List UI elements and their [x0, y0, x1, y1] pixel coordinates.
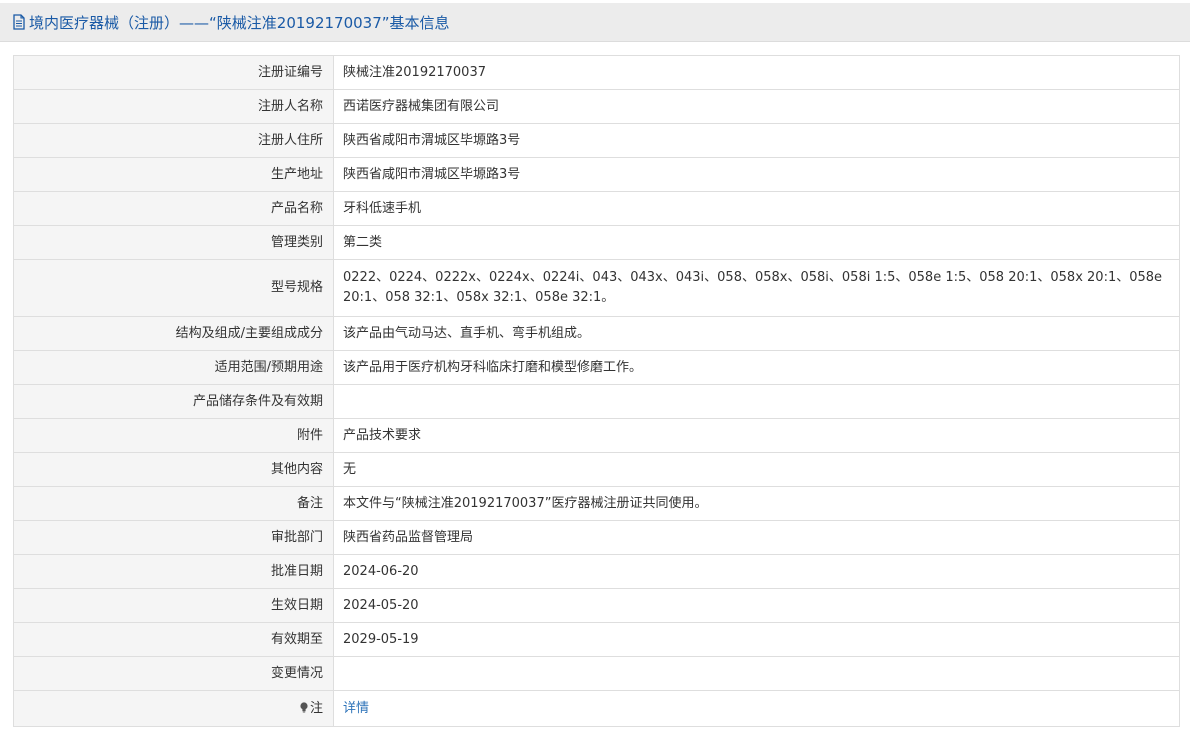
table-row: 产品名称 牙科低速手机 — [13, 191, 1180, 226]
table-row: 有效期至 2029-05-19 — [13, 622, 1180, 657]
page-title: 境内医疗器械（注册）——“陕械注准20192170037”基本信息 — [29, 13, 450, 32]
note-value-cell: 详情 — [333, 690, 1180, 727]
note-label: 注 — [309, 700, 323, 716]
row-value: 0222、0224、0222x、0224x、0224i、043、043x、043… — [333, 259, 1180, 317]
row-value: 陕西省咸阳市渭城区毕塬路3号 — [333, 157, 1180, 192]
row-label: 备注 — [13, 486, 334, 521]
row-value — [333, 384, 1180, 419]
row-value: 西诺医疗器械集团有限公司 — [333, 89, 1180, 124]
row-label: 有效期至 — [13, 622, 334, 657]
row-label: 结构及组成/主要组成成分 — [13, 316, 334, 351]
table-row: 注 详情 — [13, 690, 1180, 727]
row-value: 产品技术要求 — [333, 418, 1180, 453]
table-row: 附件 产品技术要求 — [13, 418, 1180, 453]
row-label: 产品名称 — [13, 191, 334, 226]
table-row: 产品储存条件及有效期 — [13, 384, 1180, 419]
row-value: 本文件与“陕械注准20192170037”医疗器械注册证共同使用。 — [333, 486, 1180, 521]
table-row: 管理类别 第二类 — [13, 225, 1180, 260]
table-row: 生产地址 陕西省咸阳市渭城区毕塬路3号 — [13, 157, 1180, 192]
row-value: 牙科低速手机 — [333, 191, 1180, 226]
table-row: 其他内容 无 — [13, 452, 1180, 487]
row-value: 第二类 — [333, 225, 1180, 260]
row-label: 生效日期 — [13, 588, 334, 623]
row-label: 变更情况 — [13, 656, 334, 691]
row-label: 型号规格 — [13, 259, 334, 317]
document-icon — [12, 14, 26, 30]
row-value: 陕械注准20192170037 — [333, 55, 1180, 90]
row-label: 批准日期 — [13, 554, 334, 589]
row-label: 产品储存条件及有效期 — [13, 384, 334, 419]
row-label: 附件 — [13, 418, 334, 453]
page-header: 境内医疗器械（注册）——“陕械注准20192170037”基本信息 — [0, 3, 1190, 42]
row-value: 该产品用于医疗机构牙科临床打磨和模型修磨工作。 — [333, 350, 1180, 385]
row-label: 审批部门 — [13, 520, 334, 555]
row-value: 该产品由气动马达、直手机、弯手机组成。 — [333, 316, 1180, 351]
row-label: 适用范围/预期用途 — [13, 350, 334, 385]
row-label: 生产地址 — [13, 157, 334, 192]
row-value: 陕西省药品监督管理局 — [333, 520, 1180, 555]
row-value: 2024-06-20 — [333, 554, 1180, 589]
row-value: 陕西省咸阳市渭城区毕塬路3号 — [333, 123, 1180, 158]
note-label-cell: 注 — [13, 690, 334, 727]
row-value — [333, 656, 1180, 691]
detail-table: 注册证编号 陕械注准20192170037 注册人名称 西诺医疗器械集团有限公司… — [13, 55, 1180, 727]
table-row: 注册证编号 陕械注准20192170037 — [13, 55, 1180, 90]
table-row: 备注 本文件与“陕械注准20192170037”医疗器械注册证共同使用。 — [13, 486, 1180, 521]
table-row: 结构及组成/主要组成成分 该产品由气动马达、直手机、弯手机组成。 — [13, 316, 1180, 351]
row-label: 管理类别 — [13, 225, 334, 260]
row-label: 注册证编号 — [13, 55, 334, 90]
row-value: 2029-05-19 — [333, 622, 1180, 657]
row-label: 注册人住所 — [13, 123, 334, 158]
table-row: 注册人名称 西诺医疗器械集团有限公司 — [13, 89, 1180, 124]
row-value: 2024-05-20 — [333, 588, 1180, 623]
details-link[interactable]: 详情 — [343, 701, 369, 716]
table-row: 型号规格 0222、0224、0222x、0224x、0224i、043、043… — [13, 259, 1180, 317]
table-row: 审批部门 陕西省药品监督管理局 — [13, 520, 1180, 555]
table-row: 适用范围/预期用途 该产品用于医疗机构牙科临床打磨和模型修磨工作。 — [13, 350, 1180, 385]
table-row: 生效日期 2024-05-20 — [13, 588, 1180, 623]
row-label: 注册人名称 — [13, 89, 334, 124]
row-value: 无 — [333, 452, 1180, 487]
lightbulb-icon — [300, 700, 308, 713]
table-row: 注册人住所 陕西省咸阳市渭城区毕塬路3号 — [13, 123, 1180, 158]
row-label: 其他内容 — [13, 452, 334, 487]
table-row: 批准日期 2024-06-20 — [13, 554, 1180, 589]
table-row: 变更情况 — [13, 656, 1180, 691]
